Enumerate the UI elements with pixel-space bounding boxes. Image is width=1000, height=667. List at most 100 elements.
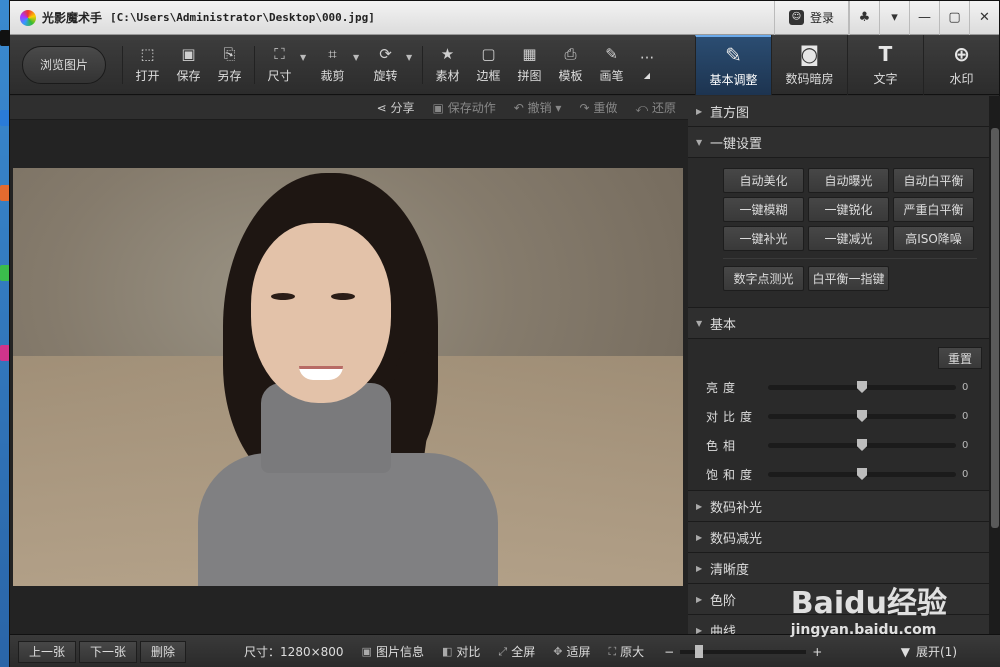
close-icon: ✕ [979, 10, 990, 25]
login-button[interactable]: ☺ 登录 [773, 0, 849, 35]
section-title: 清晰度 [710, 562, 750, 578]
one-click-blur-button[interactable]: 一键模糊 [723, 197, 804, 222]
section-digital-reduce-light[interactable]: ▶ 数码减光 [688, 522, 989, 553]
slider-knob[interactable] [857, 410, 867, 422]
expand-down-icon: ▼ [900, 644, 910, 659]
expand-triangle-icon: ◢ [643, 71, 651, 80]
save-button[interactable]: ▣ 保存 [168, 45, 209, 84]
compare-button[interactable]: ◧ 对比 [442, 643, 480, 660]
material-button[interactable]: ★ 素材 [427, 45, 468, 84]
maximize-button[interactable]: ▢ [939, 0, 969, 35]
tool-label: 边框 [476, 69, 501, 83]
zoom-in-icon[interactable]: + [812, 645, 822, 659]
image-info-button[interactable]: ▣ 图片信息 [362, 643, 424, 660]
tool-label: 素材 [435, 69, 460, 83]
skin-button[interactable]: ♣ [849, 0, 879, 35]
scrollbar-thumb[interactable] [991, 128, 999, 528]
zoom-knob[interactable] [695, 644, 704, 658]
auto-white-balance-button[interactable]: 自动白平衡 [893, 168, 974, 193]
panel-scrollbar[interactable] [989, 96, 1000, 634]
browse-images-button[interactable]: 浏览图片 [22, 45, 106, 84]
menu-button[interactable]: ▾ [879, 0, 909, 35]
reset-button[interactable]: 重置 [938, 347, 982, 369]
one-click-buttons: 自动美化 自动曝光 自动白平衡 一键模糊 一键锐化 严重白平衡 一键补光 一键减… [688, 158, 989, 308]
size-dropdown-icon[interactable]: ▼ [300, 53, 312, 62]
auto-exposure-button[interactable]: 自动曝光 [808, 168, 889, 193]
fit-screen-button[interactable]: ✥ 适屏 [553, 643, 590, 660]
crop-dropdown-icon[interactable]: ▼ [353, 53, 365, 62]
section-one-click[interactable]: ▼ 一键设置 [688, 127, 989, 158]
slider-label: 亮度 [706, 381, 741, 395]
slider-track[interactable] [768, 468, 956, 480]
slider-track[interactable] [768, 381, 956, 393]
more-tools-button[interactable]: ··· ◢ [632, 49, 662, 80]
printer-icon: ⎙ [564, 45, 577, 63]
template-button[interactable]: ⎙ 模板 [550, 45, 591, 84]
fullscreen-button[interactable]: ⤢ 全屏 [498, 643, 535, 660]
divider [723, 258, 977, 259]
share-button[interactable]: ⋖ 分享 [377, 99, 415, 116]
section-title: 直方图 [710, 105, 750, 121]
high-iso-denoise-button[interactable]: 高ISO降噪 [893, 226, 974, 251]
maximize-icon: ▢ [948, 10, 961, 25]
tab-watermark[interactable]: ⊕ 水印 [923, 34, 999, 95]
file-path: [C:\Users\Administrator\Desktop\000.jpg] [110, 11, 375, 24]
slider-knob[interactable] [857, 468, 867, 480]
delete-button[interactable]: 删除 [140, 640, 187, 663]
info-icon: ▣ [361, 645, 372, 658]
auto-beautify-button[interactable]: 自动美化 [723, 168, 804, 193]
tab-digital-darkroom[interactable]: ◙ 数码暗房 [771, 34, 847, 95]
hue-slider[interactable]: 色相 0 [706, 437, 976, 454]
one-click-reduce-light-button[interactable]: 一键减光 [808, 226, 889, 251]
save-action-button[interactable]: ▣ 保存动作 [433, 99, 496, 116]
one-click-sharpen-button[interactable]: 一键锐化 [808, 197, 889, 222]
watermark-brand: Baidu经验 [790, 586, 947, 621]
prev-image-button[interactable]: 上一张 [18, 640, 77, 663]
zoom-slider[interactable] [680, 644, 807, 658]
crop-button[interactable]: ⌗ 裁剪 [312, 45, 353, 84]
brush-button[interactable]: ✎ 画笔 [591, 45, 632, 84]
tab-text[interactable]: T 文字 [847, 34, 923, 95]
section-basic[interactable]: ▼ 基本 [688, 308, 989, 339]
section-histogram[interactable]: ▶ 直方图 [688, 96, 989, 127]
resize-icon: ⛶ [274, 45, 285, 63]
open-button[interactable]: ⬚ 打开 [127, 45, 168, 84]
spot-metering-button[interactable]: 数字点测光 [723, 266, 804, 291]
section-title: 一键设置 [710, 136, 763, 152]
slider-label: 饱和度 [706, 468, 758, 482]
undo-button[interactable]: ↶ 撤销 ▾ [514, 99, 562, 116]
zoom-out-icon[interactable]: − [664, 645, 674, 659]
collage-button[interactable]: ▦ 拼图 [509, 45, 550, 84]
rotate-button[interactable]: ⟳ 旋转 [365, 45, 406, 84]
restore-button[interactable]: ⤺ 还原 [635, 99, 676, 116]
next-image-button[interactable]: 下一张 [79, 640, 138, 663]
slider-knob[interactable] [857, 381, 867, 393]
original-size-button[interactable]: ⛶ 原大 [608, 643, 644, 660]
save-as-button[interactable]: ⎘ 另存 [209, 45, 250, 84]
tool-label: 保存 [176, 69, 201, 83]
expand-button[interactable]: ▼ 展开(1) [901, 643, 957, 660]
slider-value: 0 [962, 469, 969, 480]
slider-track[interactable] [768, 439, 956, 451]
save-as-icon: ⎘ [223, 45, 236, 63]
open-image-icon: ⬚ [140, 45, 155, 63]
strong-white-balance-button[interactable]: 严重白平衡 [893, 197, 974, 222]
one-click-fill-light-button[interactable]: 一键补光 [723, 226, 804, 251]
white-balance-pick-button[interactable]: 白平衡一指键 [808, 266, 889, 291]
edited-photo[interactable] [13, 168, 683, 586]
brightness-slider[interactable]: 亮度 0 [706, 379, 976, 396]
slider-knob[interactable] [857, 439, 867, 451]
close-button[interactable]: ✕ [969, 0, 999, 35]
tool-label: 画笔 [599, 69, 624, 83]
section-digital-fill-light[interactable]: ▶ 数码补光 [688, 491, 989, 522]
tab-basic-adjust[interactable]: ✎ 基本调整 [695, 34, 771, 95]
minimize-button[interactable]: — [909, 0, 939, 35]
section-title: 曲线 [710, 624, 737, 635]
slider-track[interactable] [768, 410, 956, 422]
border-button[interactable]: ▢ 边框 [468, 45, 509, 84]
redo-button[interactable]: ↷ 重做 [579, 99, 617, 116]
size-button[interactable]: ⛶ 尺寸 [259, 45, 300, 84]
rotate-dropdown-icon[interactable]: ▼ [406, 53, 418, 62]
contrast-slider[interactable]: 对比度 0 [706, 408, 976, 425]
saturation-slider[interactable]: 饱和度 0 [706, 466, 976, 483]
